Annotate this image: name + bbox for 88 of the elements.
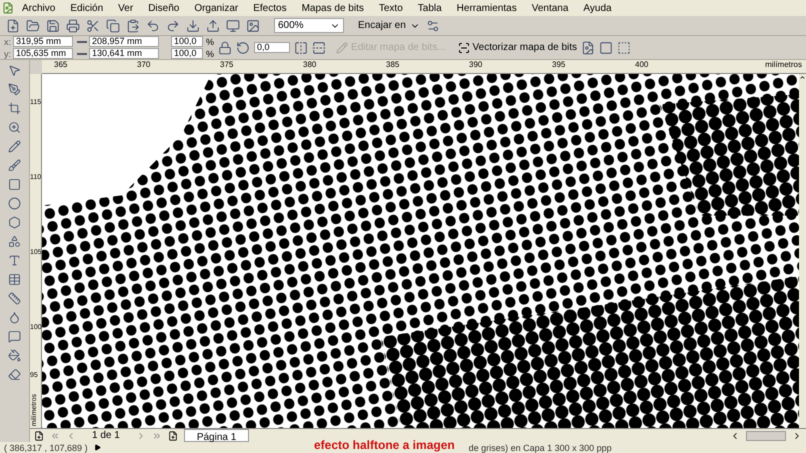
y-label: y: <box>4 48 12 58</box>
menu-item[interactable]: Herramientas <box>450 0 524 16</box>
ruler-label: 390 <box>469 60 482 69</box>
app-icon <box>2 2 14 14</box>
tool-icon[interactable] <box>8 349 21 362</box>
mirror-horizontal-icon[interactable] <box>294 40 308 54</box>
tool-icon[interactable] <box>8 235 21 248</box>
menu-item[interactable]: Archivo <box>15 0 62 16</box>
menu-item[interactable]: Ver <box>111 0 140 16</box>
last-page-icon[interactable] <box>152 430 162 440</box>
rotate-icon[interactable] <box>236 40 250 54</box>
ruler-label: 385 <box>386 60 400 69</box>
ruler-label: 380 <box>303 60 316 69</box>
ruler-label: 370 <box>137 60 150 69</box>
menu-item[interactable]: Efectos <box>246 0 294 16</box>
ruler-unit: milímetros <box>765 60 802 69</box>
rotation-field[interactable]: 0,0 <box>254 42 290 53</box>
folder-icon[interactable] <box>26 18 40 32</box>
save-icon[interactable] <box>46 18 60 32</box>
width-field[interactable]: 208,957 mm <box>89 36 160 47</box>
object-info: de grises) en Capa 1 300 x 300 ppp <box>468 442 612 452</box>
zoom-dropdown[interactable]: 600% <box>274 18 344 33</box>
tool-icon[interactable] <box>8 311 21 324</box>
tool-icon[interactable] <box>8 197 21 210</box>
scan-icon <box>458 42 470 54</box>
paste-icon[interactable] <box>126 18 140 32</box>
tool-icon[interactable] <box>8 140 21 153</box>
tool-icon[interactable] <box>8 64 21 77</box>
redo-icon[interactable] <box>166 18 180 32</box>
selection-icon[interactable] <box>617 40 632 54</box>
monitor-icon[interactable] <box>226 18 240 32</box>
tool-icon[interactable] <box>8 292 21 305</box>
menu-item[interactable]: Texto <box>372 0 410 16</box>
ruler-label: 375 <box>220 60 234 69</box>
menu-item[interactable]: Ventana <box>524 0 576 16</box>
scroll-up-icon[interactable] <box>799 74 806 81</box>
menu-item[interactable]: Edición <box>63 0 110 16</box>
menu-item[interactable]: Diseño <box>141 0 186 16</box>
copy-icon[interactable] <box>106 18 120 32</box>
lock-icon[interactable] <box>218 40 232 54</box>
tool-icon[interactable] <box>8 216 21 229</box>
percent-label: % <box>206 36 214 46</box>
undo-icon[interactable] <box>146 18 160 32</box>
height-field[interactable]: 130,641 mm <box>89 48 160 59</box>
add-page-icon[interactable] <box>168 430 178 440</box>
video-caption: efecto halftone a imagen <box>314 438 455 452</box>
tool-icon[interactable] <box>8 368 21 381</box>
tool-icon[interactable] <box>8 102 21 115</box>
tool-icon[interactable] <box>8 330 21 343</box>
tool-icon[interactable] <box>8 121 21 134</box>
trace-bitmap-button[interactable]: Vectorizar mapa de bits <box>458 40 578 55</box>
add-page-icon[interactable] <box>34 430 44 440</box>
first-page-icon[interactable] <box>50 430 60 440</box>
ruler-label: 400 <box>635 60 648 69</box>
mirror-vertical-icon[interactable] <box>312 40 326 54</box>
y-field[interactable]: 105,635 mm <box>13 48 74 59</box>
menu-item[interactable]: Mapas de bits <box>294 0 371 16</box>
options-icon[interactable] <box>426 18 440 32</box>
scissors-icon[interactable] <box>86 18 100 32</box>
import-icon[interactable] <box>186 18 200 32</box>
page-count: 1 de 1 <box>91 429 121 443</box>
menu-item[interactable]: Organizar <box>187 0 246 16</box>
tool-icon[interactable] <box>8 159 21 172</box>
image-icon[interactable] <box>246 18 260 32</box>
play-icon[interactable] <box>94 444 101 451</box>
export-icon[interactable] <box>206 18 220 32</box>
bitmap-icon[interactable] <box>581 40 596 54</box>
tool-icon[interactable] <box>8 83 21 96</box>
tool-icon[interactable] <box>8 178 21 191</box>
menu-item[interactable]: Tabla <box>410 0 449 16</box>
pencil-icon <box>336 42 348 54</box>
menu-item[interactable]: Ayuda <box>576 0 619 16</box>
page-tab[interactable]: Página 1 <box>184 429 250 442</box>
ruler-label: 365 <box>54 60 68 69</box>
tool-icon[interactable] <box>8 254 21 267</box>
frame-icon[interactable] <box>599 40 614 54</box>
printer-icon[interactable] <box>66 18 80 32</box>
tool-icon[interactable] <box>8 273 21 286</box>
ruler-label: 395 <box>552 60 566 69</box>
new-file-icon[interactable] <box>6 18 20 32</box>
scale-x-field[interactable]: 100,0 <box>171 36 204 47</box>
scrollbar-thumb[interactable] <box>746 430 786 440</box>
snap-dropdown[interactable]: Encajar en <box>358 18 420 33</box>
scale-y-field[interactable]: 100,0 <box>171 48 204 59</box>
cursor-coordinates: ( 386,317 , 107,689 ) <box>4 442 88 452</box>
percent-label: % <box>206 48 214 58</box>
x-field[interactable]: 319,95 mm <box>13 36 74 47</box>
x-label: x: <box>4 36 12 46</box>
